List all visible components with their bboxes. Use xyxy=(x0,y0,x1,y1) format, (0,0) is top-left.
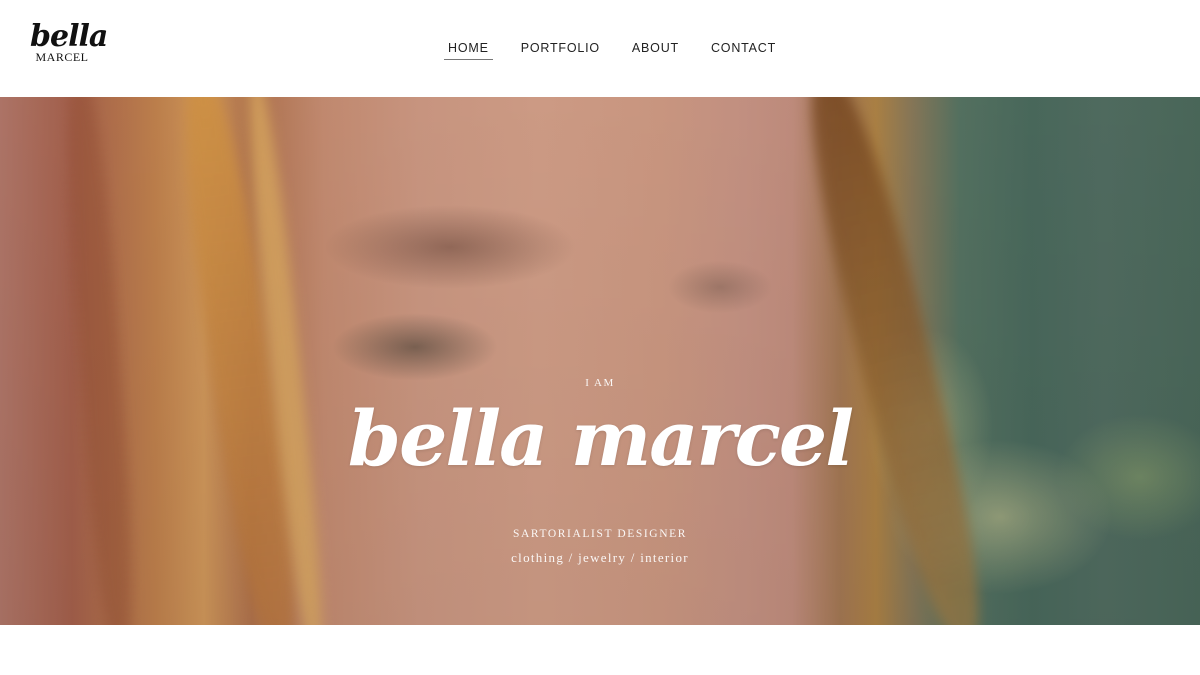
logo[interactable]: bella MARCEL xyxy=(30,19,108,74)
nav-item-about[interactable]: ABOUT xyxy=(628,41,683,60)
page-content-area xyxy=(0,625,1200,675)
nav-item-contact[interactable]: CONTACT xyxy=(707,41,780,60)
hero-content: I AM bella marcel SARTORIALIST DESIGNER … xyxy=(0,97,1200,625)
logo-script: bella xyxy=(30,19,108,54)
hero-banner: I AM bella marcel SARTORIALIST DESIGNER … xyxy=(0,97,1200,625)
nav-item-portfolio[interactable]: PORTFOLIO xyxy=(517,41,604,60)
main-nav: HOME PORTFOLIO ABOUT CONTACT xyxy=(444,40,780,60)
hero-role: SARTORIALIST DESIGNER xyxy=(512,528,687,540)
nav-item-home[interactable]: HOME xyxy=(444,41,493,60)
hero-title: bella marcel xyxy=(347,394,854,483)
hero-tagline: clothing / jewelry / interior xyxy=(511,550,689,565)
site-header: bella MARCEL HOME PORTFOLIO ABOUT CONTAC… xyxy=(0,0,1200,97)
hero-eyebrow: I AM xyxy=(585,377,615,389)
logo-subtitle: MARCEL xyxy=(35,50,89,64)
